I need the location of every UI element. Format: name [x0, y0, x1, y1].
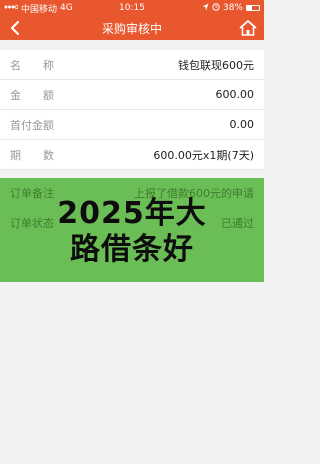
detail-value: 600.00 [215, 88, 255, 101]
location-icon [202, 3, 209, 14]
back-button[interactable] [6, 19, 24, 37]
clock: 10:15 [119, 3, 145, 13]
page-title: 采购审核中 [101, 21, 162, 36]
status-bar: 中国移动 4G 10:15 38% [0, 0, 264, 16]
banner-line: 路借条好 [70, 232, 194, 267]
detail-value: 600.00元x1期(7天) [153, 148, 254, 162]
nav-bar: 采购审核中 [0, 16, 264, 40]
detail-value: 钱包联现600元 [178, 58, 254, 72]
detail-row-periods: 期数 600.00元x1期(7天) [0, 140, 264, 170]
detail-label: 名称 [10, 58, 76, 72]
battery-fill [246, 6, 252, 10]
detail-row-down-payment: 首付金额 0.00 [0, 110, 264, 140]
battery-icon [245, 5, 260, 11]
status-left: 中国移动 4G [4, 2, 89, 15]
signal-icon [4, 3, 19, 13]
clock-icon [212, 2, 220, 14]
detail-row-name: 名称 钱包联现600元 [0, 50, 264, 80]
detail-label: 首付金额 [10, 118, 54, 132]
detail-value: 0.00 [229, 118, 255, 131]
home-button[interactable] [238, 18, 258, 38]
overlay-banner: 2025年大 路借条好 [0, 196, 264, 268]
detail-label: 金额 [10, 88, 76, 102]
detail-row-amount: 金额 600.00 [0, 80, 264, 110]
status-right: 38% [175, 2, 260, 14]
battery-percent: 38% [222, 3, 243, 13]
order-details: 名称 钱包联现600元 金额 600.00 首付金额 0.00 期数 600.0… [0, 50, 264, 170]
home-icon [239, 20, 257, 36]
chevron-left-icon [10, 20, 20, 36]
carrier-label: 中国移动 [21, 4, 58, 15]
network-label: 4G [60, 3, 73, 13]
detail-label: 期数 [10, 148, 76, 162]
banner-line: 2025年大 [57, 196, 207, 231]
